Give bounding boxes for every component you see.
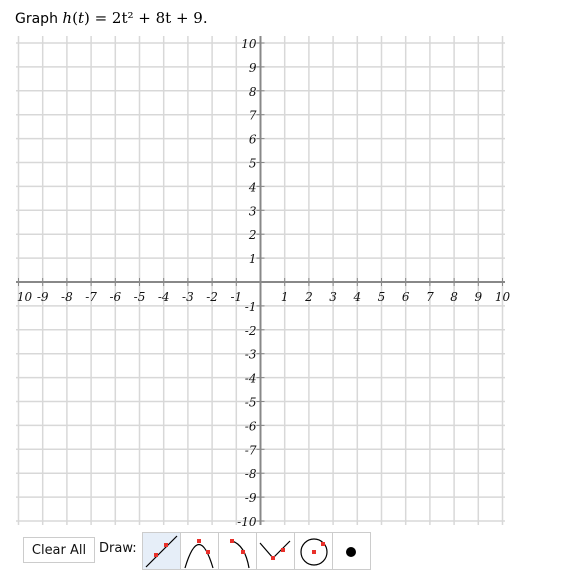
y-tick-label: -7 (245, 443, 257, 457)
y-tick-label: 2 (248, 228, 257, 242)
y-tick-label: -8 (245, 467, 257, 481)
x-tick-label: 9 (474, 290, 482, 304)
x-tick-label: 10 (495, 290, 511, 304)
y-tick-label: 5 (249, 157, 257, 171)
line-tool-button[interactable] (143, 533, 180, 569)
circle-tool-icon (300, 538, 328, 566)
x-tick-label: -2 (206, 290, 218, 304)
y-tick-label: 8 (249, 85, 257, 99)
x-tick-label: 1 (281, 290, 289, 304)
x-tick-label: 5 (378, 290, 386, 304)
x-tick-label: -6 (109, 290, 121, 304)
x-tick-label: -1 (230, 290, 242, 304)
point-tool-button[interactable] (332, 533, 370, 569)
parabola-tool-icon (184, 539, 214, 569)
half-parabola-tool-icon (230, 539, 250, 569)
parabola-tool-button[interactable] (180, 533, 218, 569)
clear-all-button[interactable]: Clear All (23, 537, 95, 563)
x-tick-label: -7 (85, 290, 97, 304)
x-tick-label: -3 (182, 290, 194, 304)
half-parabola-tool-button[interactable] (218, 533, 256, 569)
x-tick-label: -8 (61, 290, 73, 304)
x-tick-label: 6 (402, 290, 410, 304)
point-tool-icon (346, 547, 356, 557)
y-tick-label: 3 (249, 204, 257, 218)
draw-label: Draw: (99, 541, 137, 556)
y-tick-label: 4 (248, 180, 257, 194)
x-tick-label: 7 (426, 290, 434, 304)
y-tick-label: -9 (245, 491, 257, 505)
absolute-value-tool-icon (259, 540, 291, 560)
y-tick-label: -4 (245, 372, 257, 386)
x-tick-label: -4 (158, 290, 170, 304)
y-tick-label: 6 (249, 133, 257, 147)
x-tick-label: 2 (304, 290, 313, 304)
y-tick-label: 10 (241, 37, 257, 51)
y-tick-label: -6 (245, 419, 257, 433)
absolute-value-tool-button[interactable] (256, 533, 294, 569)
x-tick-label: 4 (352, 290, 361, 304)
draw-tools (142, 532, 371, 570)
y-tick-label: -3 (245, 348, 257, 362)
graph-canvas[interactable]: 10 -9 -8 -7 -6 -5 -4 -3 -2 -1 1 2 3 4 5 6 7 8 9 10 10 9 8 7 6 5 4 3… (0, 0, 588, 530)
x-tick-label: 10 (17, 290, 33, 304)
x-tick-label: -5 (134, 290, 146, 304)
y-tick-label: -1 (245, 300, 257, 314)
y-tick-label: -10 (237, 515, 257, 529)
y-tick-label: -2 (245, 324, 257, 338)
y-tick-label: 1 (249, 252, 257, 266)
x-tick-label: 3 (329, 290, 337, 304)
y-tick-label: -5 (245, 396, 257, 410)
x-tick-label: 8 (450, 290, 458, 304)
circle-tool-button[interactable] (294, 533, 332, 569)
y-tick-label: 7 (249, 109, 257, 123)
line-tool-icon (145, 535, 178, 568)
x-tick-label: -9 (37, 290, 49, 304)
y-tick-label: 9 (249, 61, 257, 75)
